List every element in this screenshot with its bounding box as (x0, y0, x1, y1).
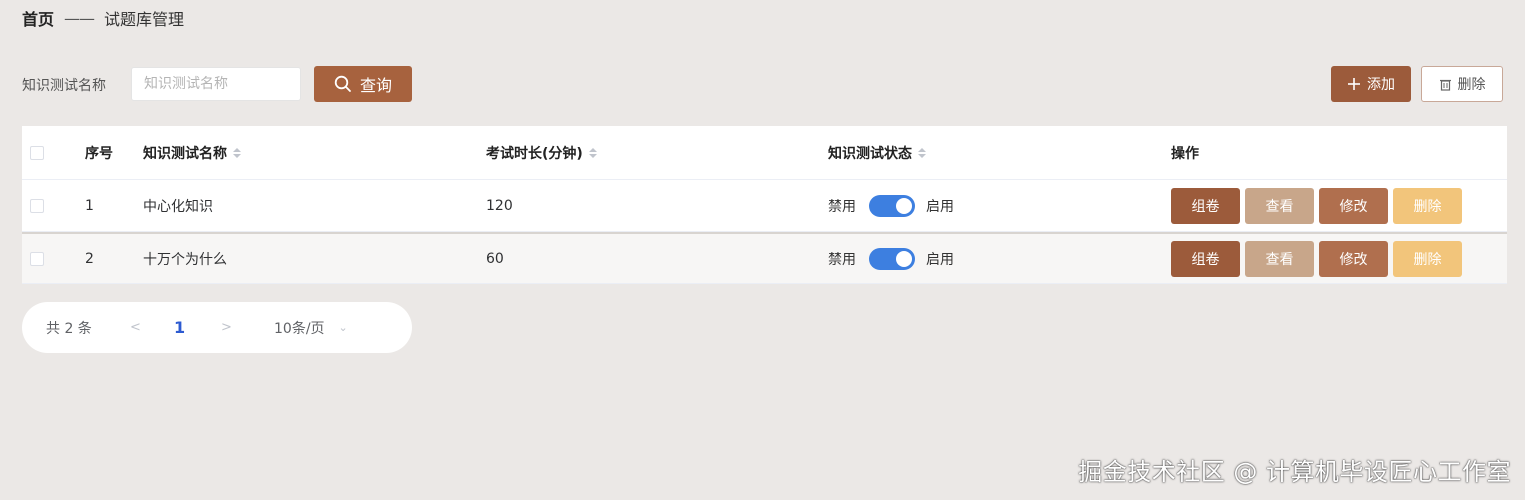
column-header-status[interactable]: 知识测试状态 (828, 126, 926, 179)
batch-delete-button[interactable]: 删除 (1421, 66, 1503, 102)
trash-icon (1439, 79, 1451, 91)
column-header-ops: 操作 (1171, 145, 1199, 162)
row-index: 1 (85, 197, 94, 214)
toggle-knob (896, 250, 912, 267)
edit-button[interactable]: 修改 (1319, 187, 1388, 224)
page-size-label: 10条/页 (274, 320, 325, 337)
sort-icon[interactable] (918, 147, 926, 158)
compose-button[interactable]: 组卷 (1171, 240, 1240, 277)
add-button[interactable]: 添加 (1331, 66, 1411, 102)
batch-delete-button-label: 删除 (1457, 77, 1486, 93)
row-name: 中心化知识 (143, 198, 213, 215)
toggle-knob (896, 197, 912, 214)
status-off-label: 禁用 (828, 251, 856, 268)
query-button[interactable]: 查询 (314, 66, 412, 102)
page-size-select[interactable]: 10条/页 ⌄ (274, 318, 348, 338)
row-checkbox[interactable] (30, 251, 44, 266)
column-header-duration-label: 考试时长(分钟) (486, 145, 583, 162)
row-actions: 组卷 查看 修改 删除 (1171, 180, 1462, 231)
query-button-label: 查询 (359, 76, 392, 95)
view-button[interactable]: 查看 (1245, 240, 1314, 277)
table-row: 1 中心化知识 120 禁用 启用 组卷 查看 修改 删除 (22, 180, 1507, 232)
data-table: 序号 知识测试名称 考试时长(分钟) 知识测试状态 操作 1 中心化知识 120… (22, 126, 1507, 284)
plus-icon (1348, 78, 1360, 90)
column-header-name-label: 知识测试名称 (143, 145, 227, 162)
edit-button[interactable]: 修改 (1319, 240, 1388, 277)
row-duration: 120 (486, 197, 513, 214)
status-toggle[interactable] (869, 247, 915, 270)
add-button-label: 添加 (1367, 77, 1395, 93)
breadcrumb-current: 试题库管理 (104, 10, 185, 29)
status-on-label: 启用 (926, 251, 954, 268)
breadcrumb: 首页 —— 试题库管理 (22, 6, 184, 30)
status-toggle[interactable] (869, 194, 915, 217)
search-input[interactable] (131, 67, 301, 101)
breadcrumb-separator: —— (64, 8, 95, 28)
table-row: 2 十万个为什么 60 禁用 启用 组卷 查看 修改 删除 (22, 232, 1507, 284)
toolbar: 知识测试名称 查询 添加 删除 (22, 66, 1503, 102)
row-actions: 组卷 查看 修改 删除 (1171, 234, 1462, 283)
row-name: 十万个为什么 (143, 251, 227, 268)
sort-icon[interactable] (588, 147, 597, 158)
column-header-index: 序号 (85, 145, 113, 162)
status-off-label: 禁用 (828, 198, 856, 215)
page-number-current[interactable]: 1 (174, 318, 185, 337)
row-index: 2 (85, 250, 94, 267)
next-page-button[interactable]: > (221, 320, 232, 335)
column-header-duration[interactable]: 考试时长(分钟) (486, 126, 597, 179)
pagination-total: 共 2 条 (46, 320, 92, 337)
watermark: 掘金技术社区 @ 计算机毕设匠心工作室 (1078, 458, 1511, 486)
column-header-name[interactable]: 知识测试名称 (143, 126, 241, 179)
view-button[interactable]: 查看 (1245, 187, 1314, 224)
delete-button[interactable]: 删除 (1393, 240, 1462, 277)
chevron-down-icon: ⌄ (338, 321, 348, 334)
status-on-label: 启用 (926, 198, 954, 215)
sort-icon[interactable] (233, 147, 241, 158)
row-status: 禁用 启用 (828, 234, 954, 283)
row-checkbox[interactable] (30, 198, 44, 213)
breadcrumb-home[interactable]: 首页 (22, 6, 54, 30)
table-header: 序号 知识测试名称 考试时长(分钟) 知识测试状态 操作 (22, 126, 1507, 180)
delete-button[interactable]: 删除 (1393, 187, 1462, 224)
row-duration: 60 (486, 250, 504, 267)
row-status: 禁用 启用 (828, 180, 954, 231)
pagination: 共 2 条 < 1 > 10条/页 ⌄ (22, 302, 412, 353)
column-header-status-label: 知识测试状态 (828, 145, 912, 162)
search-icon (334, 75, 351, 92)
select-all-checkbox[interactable] (30, 145, 44, 160)
compose-button[interactable]: 组卷 (1171, 187, 1240, 224)
prev-page-button[interactable]: < (130, 320, 141, 335)
search-label: 知识测试名称 (22, 78, 106, 94)
